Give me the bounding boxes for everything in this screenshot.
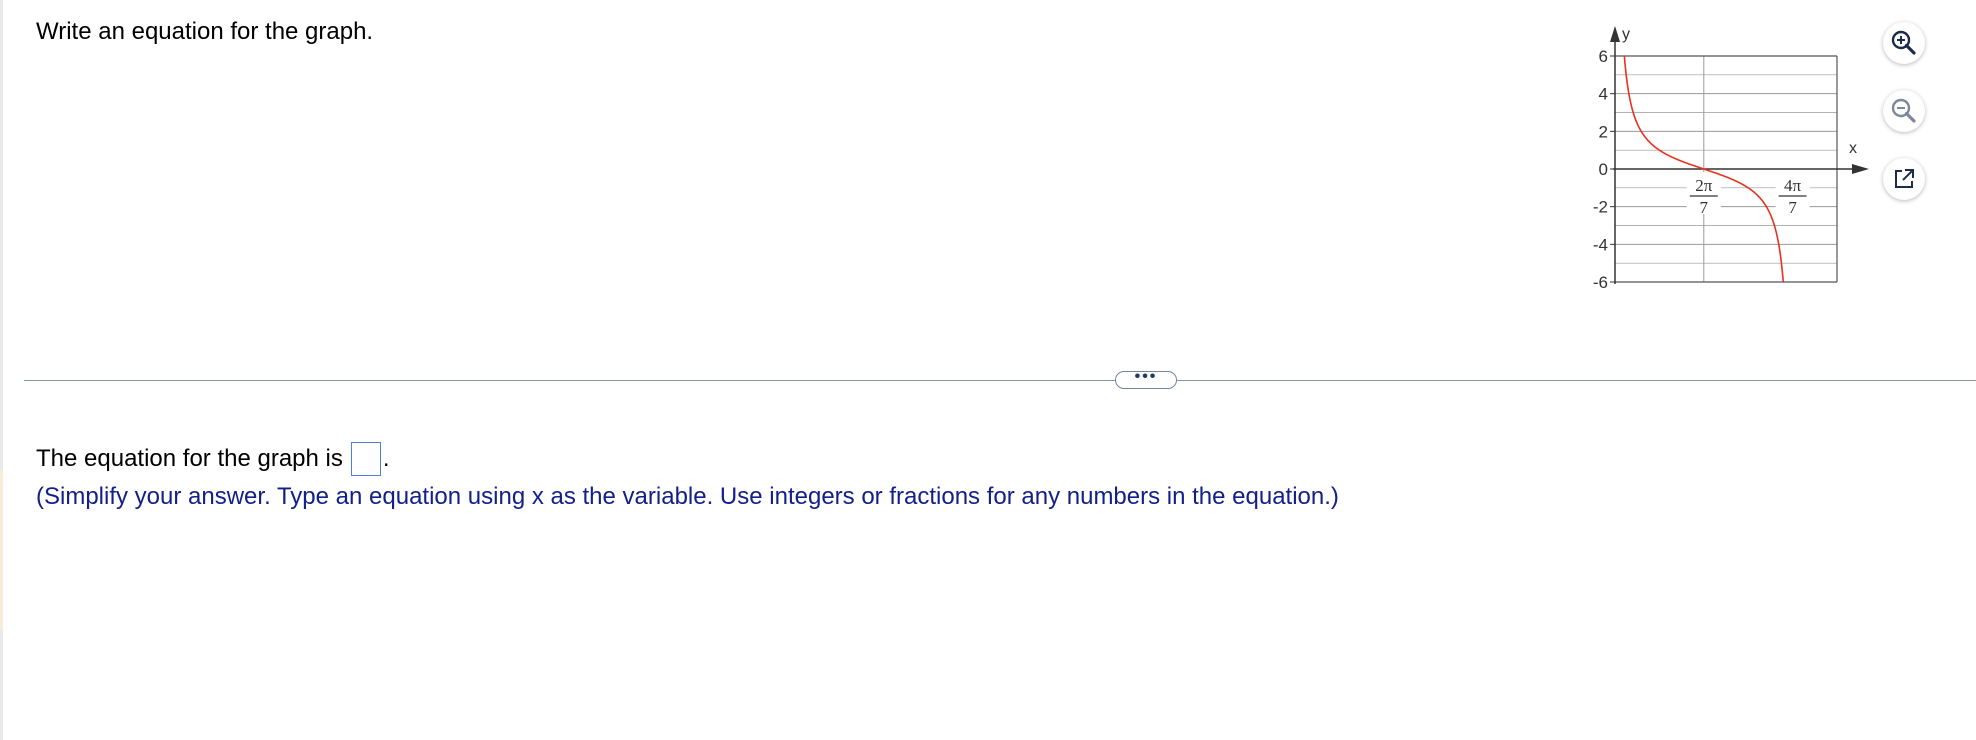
graph: y x 6 4 2 0 -2 -4 -6 2π 7 4π 7 xyxy=(1560,20,1870,300)
section-divider xyxy=(24,380,1976,381)
y-axis-arrow xyxy=(1610,26,1620,42)
y-tick-label: -6 xyxy=(1593,273,1608,292)
zoom-in-button[interactable] xyxy=(1883,22,1925,64)
y-tick-label: 4 xyxy=(1599,85,1608,104)
graph-axes xyxy=(1610,26,1869,284)
y-axis-label: y xyxy=(1622,26,1630,43)
zoom-out-icon xyxy=(1891,98,1916,123)
y-tick-label: 0 xyxy=(1599,160,1608,179)
y-tick-label: 2 xyxy=(1599,122,1608,141)
left-accent-bar xyxy=(0,470,3,630)
answer-period: . xyxy=(382,445,390,472)
ellipsis-icon: ••• xyxy=(1134,368,1158,385)
expand-handle[interactable]: ••• xyxy=(1115,368,1177,389)
x-axis-label: x xyxy=(1849,140,1857,157)
question-prompt: Write an equation for the graph. xyxy=(36,18,374,45)
popout-button[interactable] xyxy=(1883,158,1925,200)
popout-icon xyxy=(1895,169,1914,188)
x-tick-label-numerator: 2π xyxy=(1695,176,1713,195)
x-axis-arrow xyxy=(1852,164,1869,174)
y-tick-label: -2 xyxy=(1593,198,1608,217)
x-tick-label-denominator: 7 xyxy=(1700,198,1709,217)
zoom-in-icon xyxy=(1891,30,1916,55)
x-tick-label-denominator: 7 xyxy=(1788,198,1797,217)
answer-lead-text: The equation for the graph is xyxy=(36,445,343,472)
answer-line: The equation for the graph is . xyxy=(36,442,390,476)
answer-instructions: (Simplify your answer. Type an equation … xyxy=(36,483,1339,510)
y-tick-label: -4 xyxy=(1593,235,1608,254)
graph-svg: y x 6 4 2 0 -2 -4 -6 2π 7 4π 7 xyxy=(1593,26,1869,292)
zoom-out-button[interactable] xyxy=(1883,90,1925,132)
answer-input[interactable] xyxy=(350,442,381,476)
y-tick-label: 6 xyxy=(1599,47,1608,66)
x-tick-label-numerator: 4π xyxy=(1784,176,1802,195)
